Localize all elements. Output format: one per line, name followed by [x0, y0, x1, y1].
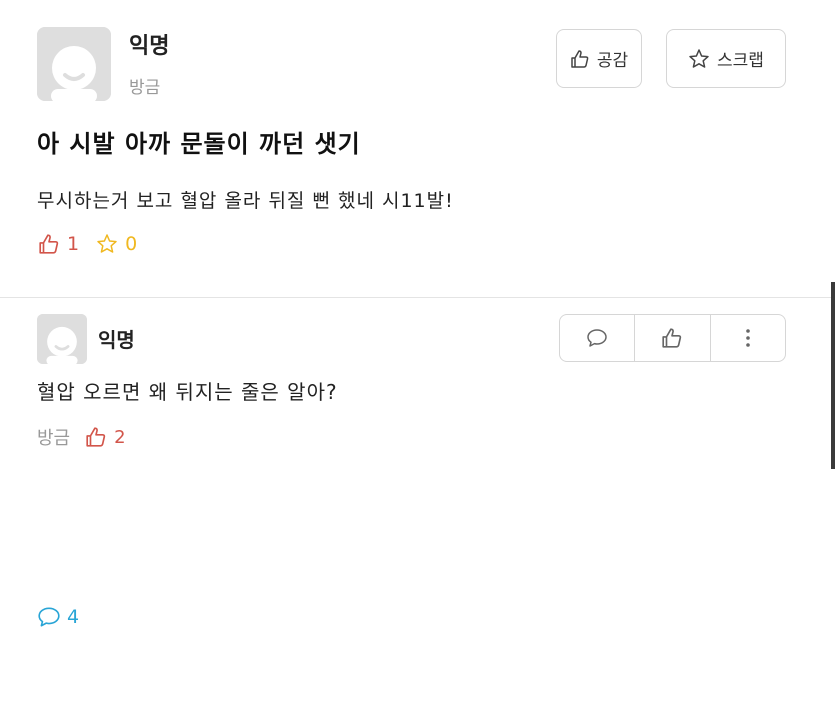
scrap-count: 0: [95, 233, 137, 255]
post: 익명 방금 공감 스크랩 아 시발 아까 문돌이 까던 샛기 무시하는거 보고 …: [0, 0, 835, 628]
post-timestamp: 방금: [129, 78, 161, 98]
avatar-default-icon: [37, 314, 87, 364]
like-count: 1: [37, 233, 79, 255]
star-icon: [689, 48, 709, 68]
comment-like-count-value: 2: [114, 426, 126, 448]
more-vertical-icon: [746, 329, 750, 347]
comment-like-count: 2: [84, 426, 126, 448]
comment-meta: 방금 2: [37, 424, 126, 450]
post-stats: 1 4 0: [37, 233, 153, 628]
comment-count: 4: [37, 531, 835, 702]
speech-bubble-icon: [38, 606, 60, 627]
like-count-value: 1: [67, 233, 80, 255]
comment-author-avatar: [37, 314, 87, 364]
post-title: 아 시발 아까 문돌이 까던 샛기: [37, 130, 361, 158]
comment-text: 혈압 오르면 왜 뒤지는 줄은 알아?: [37, 380, 338, 404]
comment-actions: [559, 314, 786, 362]
post-body: 무시하는거 보고 혈압 올라 뒤질 뻔 했네 시11발!: [37, 190, 454, 212]
scrap-count-value: 0: [125, 233, 138, 255]
reply-button[interactable]: [560, 315, 634, 361]
comment-item: 익명 혈압 오르면 왜 뒤지는 줄은 알아? 방금 2: [0, 298, 835, 469]
like-button-label: 공감: [596, 51, 629, 71]
scrap-button-label: 스크랩: [717, 51, 764, 71]
avatar-default-icon: [37, 27, 111, 101]
thumbs-up-icon: [86, 427, 106, 447]
comment-like-button[interactable]: [634, 315, 709, 361]
thumbs-up-icon: [662, 328, 682, 348]
scrap-button[interactable]: 스크랩: [666, 29, 786, 88]
post-author-name: 익명: [129, 34, 170, 59]
speech-bubble-icon: [587, 329, 607, 347]
comment-author-name: 익명: [98, 328, 135, 352]
thumbs-up-icon: [39, 234, 59, 254]
comment-timestamp: 방금: [37, 428, 71, 449]
post-author-avatar: [37, 27, 111, 101]
scrollbar[interactable]: [831, 282, 835, 469]
star-icon: [97, 234, 117, 253]
thumbs-up-icon: [571, 49, 589, 68]
comment-more-button[interactable]: [709, 315, 785, 361]
comment-count-value: 4: [67, 605, 80, 628]
like-button[interactable]: 공감: [556, 29, 642, 88]
